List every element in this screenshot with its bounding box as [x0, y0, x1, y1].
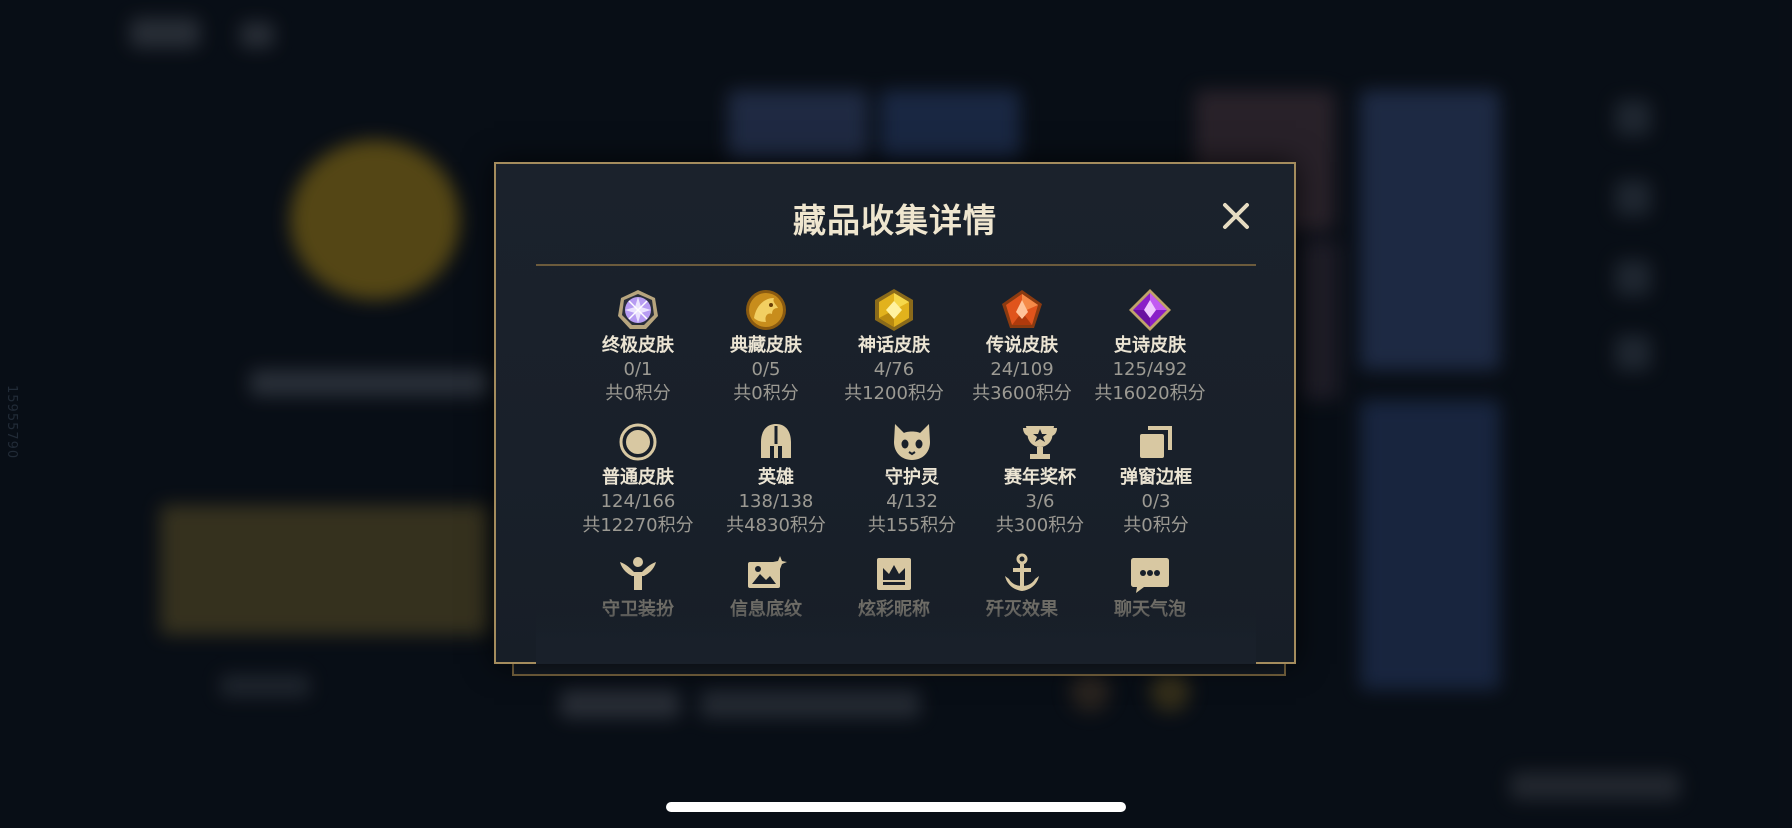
item-count: 138/138	[738, 491, 814, 512]
mythic-skin-icon	[875, 289, 913, 331]
collection-item-hero[interactable]: 英雄 138/138 共4830积分	[716, 420, 836, 538]
item-name: 终极皮肤	[602, 335, 674, 356]
item-count: 0/1	[623, 359, 653, 380]
item-name: 传说皮肤	[986, 335, 1058, 356]
home-indicator[interactable]	[666, 802, 1126, 812]
item-count: 124/166	[600, 491, 676, 512]
collection-item-chat-bubble[interactable]: 聊天气泡	[1090, 552, 1210, 622]
item-name: 赛年奖杯	[1004, 467, 1076, 488]
trophy-icon	[1023, 426, 1057, 459]
item-name: 歼灭效果	[986, 599, 1058, 620]
item-points: 共155积分	[867, 515, 957, 536]
item-name: 典藏皮肤	[730, 335, 802, 356]
item-count: 24/109	[990, 359, 1054, 380]
close-icon[interactable]	[1218, 198, 1254, 234]
item-name: 神话皮肤	[858, 335, 930, 356]
crown-nameplate-icon	[877, 558, 911, 590]
item-name: 信息底纹	[730, 599, 802, 620]
guardian-creature-icon	[894, 424, 930, 460]
collection-item-colorful-nickname[interactable]: 炫彩昵称	[834, 552, 954, 622]
item-points: 共3600积分	[972, 383, 1072, 404]
info-pattern-icon	[748, 556, 787, 588]
item-name: 史诗皮肤	[1114, 335, 1186, 356]
dialog-title: 藏品收集详情	[793, 201, 997, 240]
item-name: 炫彩昵称	[858, 599, 930, 620]
item-points: 共16020积分	[1094, 383, 1206, 404]
collection-item-info-pattern[interactable]: 信息底纹	[706, 552, 826, 622]
collection-item-popup-frame[interactable]: 弹窗边框 0/3 共0积分	[1096, 420, 1216, 538]
collection-details-dialog: 藏品收集详情 终极皮肤 0/1 共0积分 典藏皮肤 0/5 共0积分 神话皮肤 …	[494, 162, 1296, 664]
item-name: 弹窗边框	[1120, 467, 1192, 488]
title-divider	[536, 264, 1256, 266]
popup-frame-icon	[1140, 426, 1172, 458]
item-count: 125/492	[1112, 359, 1188, 380]
collection-item-guardian[interactable]: 守护灵 4/132 共155积分	[852, 420, 972, 538]
collection-item-season-trophy[interactable]: 赛年奖杯 3/6 共300积分	[980, 420, 1100, 538]
item-name: 普通皮肤	[602, 467, 674, 488]
collection-item-kill-effect[interactable]: 歼灭效果	[962, 552, 1082, 622]
item-count: 3/6	[1025, 491, 1055, 512]
item-points: 共0积分	[605, 383, 671, 404]
item-points: 共0积分	[733, 383, 799, 404]
item-name: 守护灵	[885, 467, 939, 488]
item-points: 共12270积分	[582, 515, 694, 536]
collection-item-legendary-skin[interactable]: 传说皮肤 24/109 共3600积分	[962, 288, 1082, 406]
item-points: 共4830积分	[726, 515, 826, 536]
item-count: 0/5	[751, 359, 781, 380]
ward-skin-icon	[620, 557, 656, 590]
screen: 15955790 藏品收集详情 终极皮肤 0/1 共0积分 典藏皮肤 0/5 共…	[0, 0, 1792, 828]
epic-skin-icon	[1129, 289, 1171, 331]
item-name: 聊天气泡	[1114, 599, 1186, 620]
collection-item-prestige-skin[interactable]: 典藏皮肤 0/5 共0积分	[706, 288, 826, 406]
item-name: 英雄	[758, 467, 794, 488]
legendary-skin-icon	[1002, 290, 1042, 328]
item-count: 4/132	[886, 491, 938, 512]
collection-item-epic-skin[interactable]: 史诗皮肤 125/492 共16020积分	[1090, 288, 1210, 406]
common-skin-icon	[619, 423, 657, 461]
anchor-icon	[1005, 553, 1039, 591]
item-points: 共300积分	[995, 515, 1085, 536]
chat-bubble-icon	[1131, 558, 1169, 593]
item-count: 0/3	[1141, 491, 1171, 512]
helmet-icon	[761, 424, 791, 458]
item-name: 守卫装扮	[602, 599, 674, 620]
item-points: 共0积分	[1123, 515, 1189, 536]
collection-item-common-skin[interactable]: 普通皮肤 124/166 共12270积分	[578, 420, 698, 538]
item-count: 4/76	[873, 359, 915, 380]
collection-item-mythic-skin[interactable]: 神话皮肤 4/76 共1200积分	[834, 288, 954, 406]
prestige-skin-icon	[746, 290, 786, 330]
collection-item-ward-skin[interactable]: 守卫装扮	[578, 552, 698, 622]
ultimate-skin-icon	[618, 290, 658, 329]
item-points: 共1200积分	[844, 383, 944, 404]
collection-item-ultimate-skin[interactable]: 终极皮肤 0/1 共0积分	[578, 288, 698, 406]
modal-bottom-ledge	[512, 662, 1286, 676]
